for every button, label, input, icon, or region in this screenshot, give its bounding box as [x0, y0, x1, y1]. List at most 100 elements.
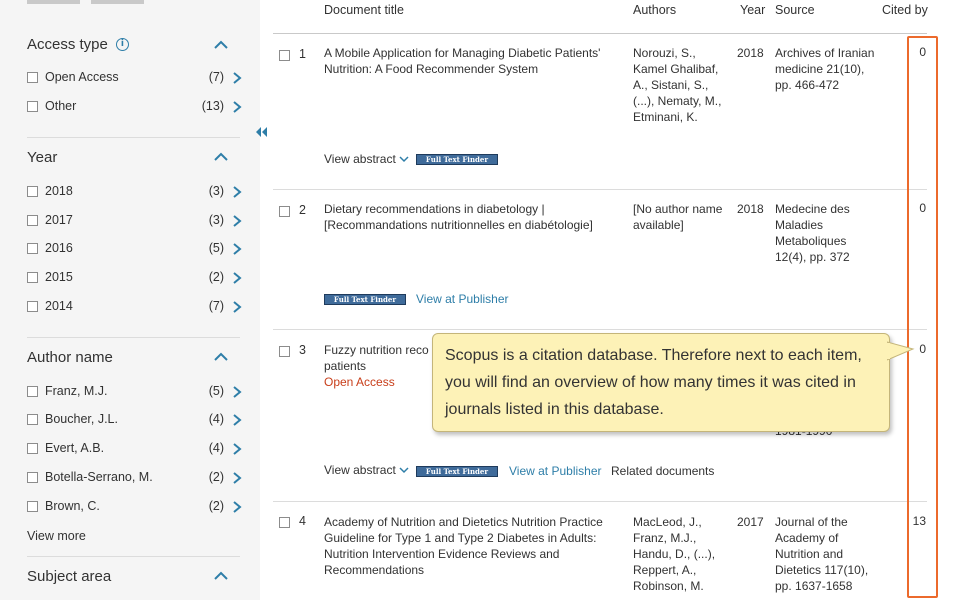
facet-item-count: (5)	[208, 384, 224, 398]
chevron-right-icon[interactable]	[232, 413, 242, 427]
chevron-right-icon[interactable]	[232, 185, 242, 199]
document-title-link[interactable]: Academy of Nutrition and Dietetics Nutri…	[324, 514, 614, 578]
facet-subject-heading: Subject area	[27, 568, 111, 585]
facet-item-count: (4)	[208, 412, 224, 426]
row-checkbox[interactable]	[279, 50, 290, 61]
facet-title: Year	[27, 149, 58, 166]
checkbox[interactable]	[27, 501, 38, 512]
row-divider	[273, 329, 927, 330]
facet-item-year[interactable]: 2016 (5)	[27, 241, 247, 259]
checkbox[interactable]	[27, 414, 38, 425]
facet-item-count: (2)	[208, 270, 224, 284]
document-title-link[interactable]: Fuzzy nutrition reco	[324, 342, 429, 358]
authors: MacLeod, J., Franz, M.J., Handu, D., (..…	[633, 515, 716, 593]
facet-item-year[interactable]: 2018 (3)	[27, 184, 247, 202]
facet-item-year[interactable]: 2017 (3)	[27, 213, 247, 231]
facet-item-count: (13)	[201, 99, 224, 113]
chevron-right-icon[interactable]	[232, 214, 242, 228]
checkbox[interactable]	[27, 215, 38, 226]
chevron-right-icon[interactable]	[232, 500, 242, 514]
year: 2018	[737, 202, 764, 216]
checkbox[interactable]	[27, 301, 38, 312]
facet-item-author[interactable]: Franz, M.J. (5)	[27, 384, 247, 402]
column-header-year[interactable]: Year	[740, 3, 765, 17]
view-abstract-label: View abstract	[324, 463, 396, 477]
facet-item-label: 2018	[45, 184, 73, 198]
facet-item-count: (7)	[208, 299, 224, 313]
info-icon[interactable]: i	[115, 38, 129, 51]
checkbox[interactable]	[27, 186, 38, 197]
checkbox[interactable]	[27, 472, 38, 483]
facet-item-open-access[interactable]: Open Access (7)	[27, 70, 247, 88]
chevron-right-icon[interactable]	[232, 71, 242, 85]
row-number: 1	[299, 47, 306, 61]
facet-item-label: 2015	[45, 270, 73, 284]
facet-item-count: (2)	[208, 499, 224, 513]
chevron-down-icon	[399, 156, 409, 163]
checkbox[interactable]	[27, 72, 38, 83]
chevron-right-icon[interactable]	[232, 100, 242, 114]
facet-item-count: (4)	[208, 441, 224, 455]
top-button[interactable]	[27, 0, 80, 4]
facet-item-year[interactable]: 2015 (2)	[27, 270, 247, 288]
chevron-right-icon[interactable]	[232, 471, 242, 485]
chevron-right-icon[interactable]	[232, 442, 242, 456]
facet-title: Access type	[27, 36, 108, 53]
chevron-up-icon[interactable]	[214, 38, 228, 52]
collapse-sidebar-icon[interactable]	[254, 126, 268, 138]
facet-item-label: Franz, M.J.	[45, 384, 108, 398]
full-text-finder-button[interactable]: Full Text Finder	[324, 294, 406, 305]
chevron-right-icon[interactable]	[232, 385, 242, 399]
chevron-up-icon[interactable]	[214, 150, 228, 164]
full-text-finder-button[interactable]: Full Text Finder	[416, 154, 498, 165]
view-at-publisher-link[interactable]: View at Publisher	[416, 291, 509, 307]
facet-item-author[interactable]: Evert, A.B. (4)	[27, 441, 247, 459]
checkbox[interactable]	[27, 243, 38, 254]
row-number: 4	[299, 514, 306, 528]
row-checkbox[interactable]	[279, 517, 290, 528]
facet-item-author[interactable]: Botella-Serrano, M. (2)	[27, 470, 247, 488]
chevron-down-icon	[399, 467, 409, 474]
row-checkbox[interactable]	[279, 206, 290, 217]
facet-item-label: 2016	[45, 241, 73, 255]
facet-item-other[interactable]: Other (13)	[27, 99, 247, 117]
chevron-up-icon[interactable]	[214, 569, 228, 583]
facet-item-year[interactable]: 2014 (7)	[27, 299, 247, 317]
related-documents-link[interactable]: Related documents	[611, 463, 714, 479]
facet-item-author[interactable]: Boucher, J.L. (4)	[27, 412, 247, 430]
view-abstract-toggle[interactable]: View abstract	[324, 152, 409, 166]
filter-sidebar: Access type i Open Access (7) Other (13)…	[0, 0, 260, 600]
checkbox[interactable]	[27, 272, 38, 283]
view-at-publisher-link[interactable]: View at Publisher	[509, 463, 602, 479]
authors: Norouzi, S., Kamel Ghalibaf, A., Sistani…	[633, 46, 722, 124]
column-header-title[interactable]: Document title	[324, 3, 404, 17]
full-text-finder-button[interactable]: Full Text Finder	[416, 466, 498, 477]
chevron-right-icon[interactable]	[232, 271, 242, 285]
chevron-up-icon[interactable]	[214, 350, 228, 364]
column-header-cited-by[interactable]: Cited by	[882, 3, 928, 17]
view-more-link[interactable]: View more	[27, 529, 86, 543]
facet-item-label: 2017	[45, 213, 73, 227]
view-abstract-label: View abstract	[324, 152, 396, 166]
facet-item-count: (5)	[208, 241, 224, 255]
checkbox[interactable]	[27, 101, 38, 112]
column-header-source[interactable]: Source	[775, 3, 815, 17]
document-title-continuation[interactable]: patients	[324, 358, 366, 374]
callout-pointer	[887, 341, 915, 361]
chevron-right-icon[interactable]	[232, 242, 242, 256]
facet-item-count: (7)	[208, 70, 224, 84]
document-title-link[interactable]: A Mobile Application for Managing Diabet…	[324, 45, 614, 77]
chevron-right-icon[interactable]	[232, 300, 242, 314]
checkbox[interactable]	[27, 386, 38, 397]
row-checkbox[interactable]	[279, 346, 290, 357]
facet-item-label: Open Access	[45, 70, 119, 84]
column-header-authors[interactable]: Authors	[633, 3, 676, 17]
row-number: 3	[299, 343, 306, 357]
top-button[interactable]	[91, 0, 144, 4]
view-abstract-toggle[interactable]: View abstract	[324, 463, 409, 477]
document-title-link[interactable]: Dietary recommendations in diabetology |…	[324, 201, 614, 233]
facet-item-author[interactable]: Brown, C. (2)	[27, 499, 247, 517]
callout-text: Scopus is a citation database. Therefore…	[445, 347, 862, 418]
facet-item-label: Botella-Serrano, M.	[45, 470, 153, 484]
checkbox[interactable]	[27, 443, 38, 454]
